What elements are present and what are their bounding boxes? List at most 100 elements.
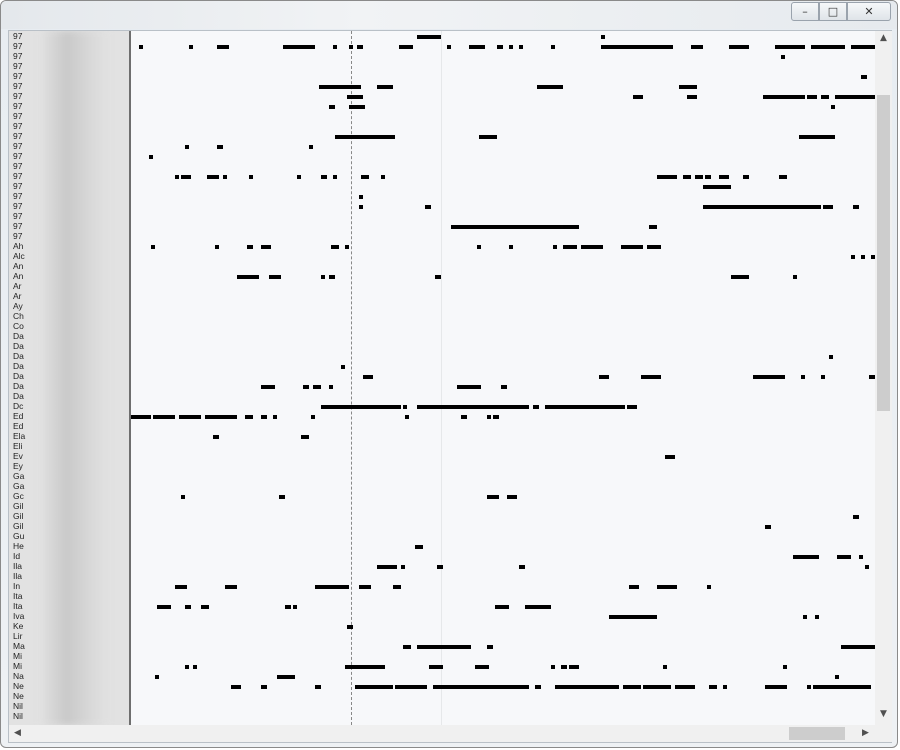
vertical-scrollbar[interactable]: ▲ ▼ — [875, 31, 892, 725]
row-label: 97 — [13, 171, 23, 181]
activity-segment — [851, 255, 855, 259]
activity-segment — [793, 555, 819, 559]
window-controls: – □ ✕ — [791, 2, 891, 21]
activity-segment — [487, 495, 499, 499]
row-label: Nil — [13, 711, 23, 721]
activity-segment — [793, 275, 797, 279]
row-label: 97 — [13, 101, 23, 111]
activity-segment — [213, 435, 219, 439]
scroll-right-arrow-icon[interactable]: ▶ — [857, 728, 874, 738]
row-label: 97 — [13, 221, 23, 231]
activity-segment — [319, 85, 361, 89]
horizontal-scroll-thumb[interactable] — [789, 727, 845, 740]
row-label: 97 — [13, 231, 23, 241]
activity-segment — [321, 275, 325, 279]
row-label: 97 — [13, 91, 23, 101]
activity-segment — [563, 245, 577, 249]
activity-segment — [859, 555, 863, 559]
minimize-button[interactable]: – — [791, 2, 819, 21]
activity-segment — [643, 685, 671, 689]
activity-segment — [525, 605, 551, 609]
activity-segment — [851, 45, 875, 49]
activity-segment — [555, 685, 619, 689]
activity-segment — [807, 685, 811, 689]
activity-segment — [415, 545, 423, 549]
row-label: An — [13, 271, 24, 281]
activity-segment — [285, 605, 291, 609]
maximize-button[interactable]: □ — [819, 2, 847, 21]
timeline-plot[interactable] — [131, 31, 875, 725]
scroll-up-arrow-icon[interactable]: ▲ — [875, 33, 892, 43]
scroll-left-arrow-icon[interactable]: ◀ — [9, 728, 26, 738]
activity-segment — [277, 675, 295, 679]
activity-segment — [829, 355, 833, 359]
activity-segment — [437, 565, 443, 569]
activity-segment — [231, 685, 241, 689]
row-label: Ita — [13, 601, 23, 611]
activity-segment — [297, 175, 301, 179]
activity-segment — [311, 415, 315, 419]
activity-segment — [731, 275, 749, 279]
activity-segment — [247, 245, 253, 249]
activity-segment — [783, 665, 787, 669]
activity-segment — [533, 405, 539, 409]
activity-segment — [507, 495, 517, 499]
activity-segment — [561, 665, 567, 669]
activity-segment — [743, 175, 749, 179]
activity-segment — [623, 685, 641, 689]
row-label: 97 — [13, 201, 23, 211]
row-label: In — [13, 581, 21, 591]
activity-segment — [599, 375, 609, 379]
row-label: 97 — [13, 51, 23, 61]
activity-segment — [861, 75, 867, 79]
activity-segment — [185, 665, 189, 669]
activity-segment — [831, 105, 835, 109]
activity-segment — [469, 45, 485, 49]
activity-segment — [865, 565, 869, 569]
activity-segment — [679, 85, 697, 89]
row-label: Ne — [13, 681, 24, 691]
row-label: Ne — [13, 691, 24, 701]
activity-segment — [301, 435, 309, 439]
app-window: – □ ✕ 97 97 97 97 97 97 97 97 97 97 97 97 97 97 97 97 97… — [0, 0, 898, 748]
horizontal-scrollbar[interactable]: ◀ ▶ — [9, 725, 875, 742]
activity-segment — [821, 375, 825, 379]
row-label: Da — [13, 371, 24, 381]
activity-segment — [417, 405, 529, 409]
activity-segment — [815, 615, 819, 619]
row-label: 97 — [13, 41, 23, 51]
activity-segment — [807, 95, 817, 99]
activity-segment — [279, 495, 285, 499]
activity-segment — [695, 175, 703, 179]
activity-segment — [335, 135, 395, 139]
row-label: Ga — [13, 481, 25, 491]
activity-segment — [633, 95, 643, 99]
vertical-scroll-thumb[interactable] — [877, 95, 890, 411]
row-label: Ch — [13, 311, 24, 321]
row-label: 97 — [13, 141, 23, 151]
activity-segment — [261, 245, 271, 249]
activity-segment — [361, 175, 369, 179]
activity-segment — [349, 105, 365, 109]
row-label: Gc — [13, 491, 24, 501]
activity-segment — [377, 565, 397, 569]
activity-segment — [647, 245, 661, 249]
activity-segment — [321, 405, 357, 409]
row-label: Ay — [13, 301, 23, 311]
activity-segment — [497, 45, 503, 49]
activity-segment — [225, 585, 237, 589]
activity-segment — [609, 615, 657, 619]
activity-segment — [179, 415, 201, 419]
activity-segment — [139, 45, 143, 49]
row-label: Da — [13, 391, 24, 401]
close-button[interactable]: ✕ — [847, 2, 891, 21]
activity-segment — [399, 45, 413, 49]
title-bar[interactable]: – □ ✕ — [1, 1, 897, 29]
activity-segment — [765, 525, 771, 529]
activity-segment — [691, 45, 703, 49]
scroll-down-arrow-icon[interactable]: ▼ — [875, 709, 892, 719]
row-label: Id — [13, 551, 21, 561]
row-label: Ey — [13, 461, 23, 471]
activity-segment — [509, 245, 513, 249]
activity-segment — [509, 45, 513, 49]
